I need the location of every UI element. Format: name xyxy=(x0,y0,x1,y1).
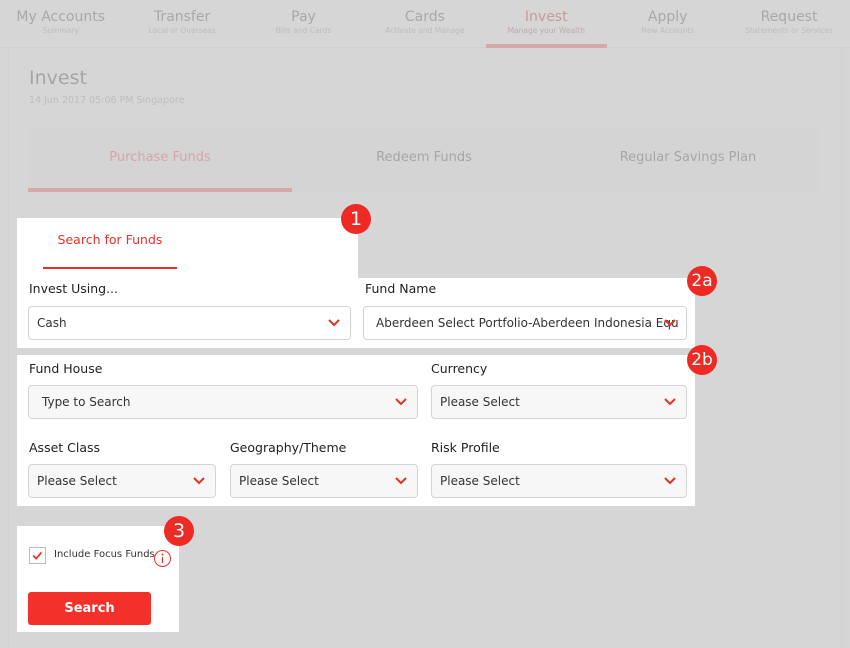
nav-transfer[interactable]: Transfer Local or Overseas xyxy=(121,0,242,47)
nav-title: Apply xyxy=(647,9,688,25)
invest-using-value: Cash xyxy=(37,316,67,330)
page-title: Invest xyxy=(29,67,87,89)
fund-name-value: Aberdeen Select Portfolio-Aberdeen Indon… xyxy=(376,316,679,330)
geography-label: Geography/Theme xyxy=(230,440,347,455)
fund-house-label: Fund House xyxy=(29,361,103,376)
invest-using-label: Invest Using... xyxy=(29,281,118,296)
nav-title: Request xyxy=(760,9,818,25)
nav-cards[interactable]: Cards Activate and Manage xyxy=(364,0,485,47)
geography-value: Please Select xyxy=(239,474,319,488)
page-datetime: 14 Jun 2017 05:06 PM Singapore xyxy=(29,95,185,106)
invest-subtabs: Purchase Funds Redeem Funds Regular Savi… xyxy=(28,128,820,192)
asset-class-value: Please Select xyxy=(37,474,117,488)
invest-using-select[interactable]: Cash xyxy=(28,306,351,340)
fund-name-label: Fund Name xyxy=(365,281,437,296)
tab-search-for-funds[interactable]: Search for Funds xyxy=(43,232,177,254)
nav-title: My Accounts xyxy=(16,9,106,25)
nav-title: Transfer xyxy=(153,9,211,25)
callout-badge-3: 3 xyxy=(164,516,194,546)
chevron-down-icon xyxy=(664,319,676,327)
info-icon[interactable] xyxy=(153,549,172,568)
nav-title: Pay xyxy=(291,9,316,25)
risk-profile-label: Risk Profile xyxy=(431,440,500,455)
filters-panel: Fund House Type to Search Currency Pleas… xyxy=(17,355,695,506)
currency-select[interactable]: Please Select xyxy=(431,385,687,419)
nav-my-accounts[interactable]: My Accounts Summary xyxy=(0,0,121,47)
fund-name-panel: Fund Name Aberdeen Select Portfolio-Aber… xyxy=(358,278,695,348)
search-button[interactable]: Search xyxy=(28,592,151,625)
fund-name-select[interactable]: Aberdeen Select Portfolio-Aberdeen Indon… xyxy=(363,306,687,340)
tab-redeem-funds[interactable]: Redeem Funds xyxy=(292,128,556,192)
tab-purchase-funds[interactable]: Purchase Funds xyxy=(28,128,292,192)
nav-request[interactable]: Request Statements or Services xyxy=(728,0,849,47)
nav-subtitle: Statements or Services xyxy=(745,26,833,35)
nav-subtitle: New Accounts xyxy=(641,26,695,35)
checkmark-icon xyxy=(32,551,43,560)
include-focus-funds-checkbox[interactable] xyxy=(29,547,46,564)
nav-apply[interactable]: Apply New Accounts xyxy=(607,0,728,47)
top-navigation: My Accounts Summary Transfer Local or Ov… xyxy=(0,0,850,48)
chevron-down-icon xyxy=(664,398,676,406)
callout-badge-1: 1 xyxy=(341,204,371,234)
active-tab-underline xyxy=(43,267,177,269)
chevron-down-icon xyxy=(328,319,340,327)
currency-label: Currency xyxy=(431,361,488,376)
search-action-panel: Include Focus Funds Search xyxy=(17,526,179,632)
asset-class-select[interactable]: Please Select xyxy=(28,464,216,498)
nav-subtitle: Manage your Wealth xyxy=(507,26,585,35)
search-panel: Search for Funds Invest Using... Cash xyxy=(17,218,358,348)
nav-pay[interactable]: Pay Bills and Cards xyxy=(243,0,364,47)
nav-subtitle: Local or Overseas xyxy=(148,26,216,35)
risk-profile-value: Please Select xyxy=(440,474,520,488)
callout-badge-2a: 2a xyxy=(687,266,717,296)
risk-profile-select[interactable]: Please Select xyxy=(431,464,687,498)
fund-house-placeholder: Type to Search xyxy=(42,395,131,409)
asset-class-label: Asset Class xyxy=(29,440,101,455)
nav-subtitle: Summary xyxy=(42,26,79,35)
chevron-down-icon xyxy=(395,398,407,406)
chevron-down-icon xyxy=(193,477,205,485)
include-focus-funds-label: Include Focus Funds xyxy=(54,549,155,560)
nav-title: Cards xyxy=(404,9,445,25)
fund-house-input[interactable]: Type to Search xyxy=(28,385,418,419)
currency-value: Please Select xyxy=(440,395,520,409)
nav-subtitle: Activate and Manage xyxy=(385,26,465,35)
nav-invest[interactable]: Invest Manage your Wealth xyxy=(485,0,608,48)
callout-badge-2b: 2b xyxy=(687,345,717,375)
chevron-down-icon xyxy=(395,477,407,485)
chevron-down-icon xyxy=(664,477,676,485)
tab-regular-savings-plan[interactable]: Regular Savings Plan xyxy=(556,128,820,192)
geography-select[interactable]: Please Select xyxy=(230,464,418,498)
nav-title: Invest xyxy=(524,9,568,25)
nav-subtitle: Bills and Cards xyxy=(275,26,332,35)
